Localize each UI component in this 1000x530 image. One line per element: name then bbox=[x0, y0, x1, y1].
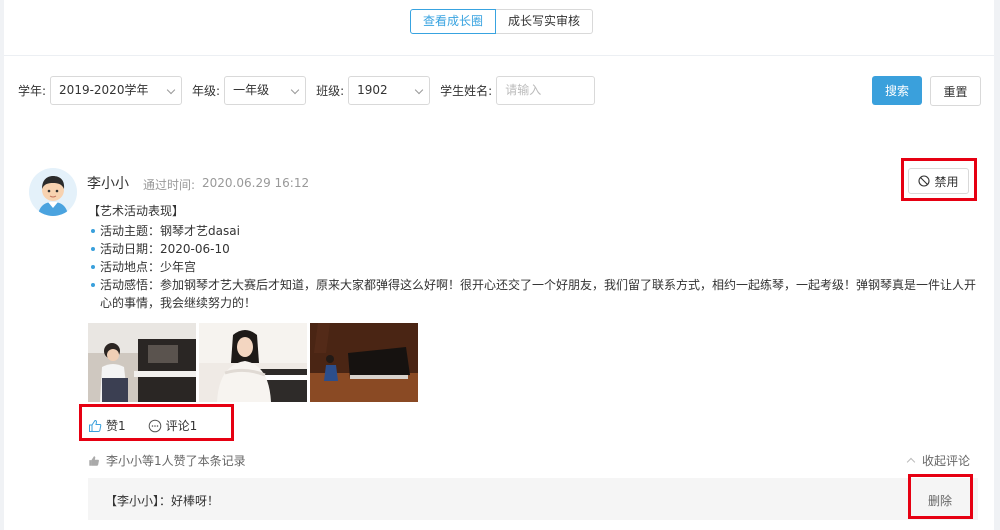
thumbs-up-icon bbox=[89, 455, 99, 466]
page: 查看成长圈 成长写实审核 学年: 2019-2020学年 年级: 一年级 班级:… bbox=[4, 0, 994, 530]
class-select[interactable]: 1902 bbox=[348, 75, 431, 105]
likes-summary: 李小小等1人赞了本条记录 bbox=[88, 452, 246, 469]
collapse-comments-label: 收起评论 bbox=[922, 454, 971, 468]
collapse-comments-button[interactable]: 收起评论 bbox=[906, 452, 971, 469]
delete-comment-button[interactable]: 删除 bbox=[928, 492, 952, 509]
chevron-down-icon bbox=[414, 85, 424, 94]
detail-date: 活动日期：2020-06-10 bbox=[88, 240, 978, 258]
header-divider bbox=[4, 55, 994, 56]
year-select-value: 2019-2020学年 bbox=[59, 82, 149, 97]
photo-piano-3[interactable] bbox=[310, 323, 418, 402]
like-count: 赞1 bbox=[106, 419, 126, 433]
comment-button[interactable]: 评论1 bbox=[148, 417, 198, 434]
comment-body: 好棒呀！ bbox=[171, 494, 220, 508]
detail-theme: 活动主题：钢琴才艺dasai bbox=[88, 222, 978, 240]
post-time: 2020.06.29 16:12 bbox=[202, 176, 310, 190]
activity-details: 活动主题：钢琴才艺dasai 活动日期：2020-06-10 活动地点：少年宫 … bbox=[88, 222, 978, 312]
detail-location: 活动地点：少年宫 bbox=[88, 258, 978, 276]
comment-author: 【李小小】： bbox=[105, 494, 172, 508]
chevron-down-icon bbox=[166, 85, 176, 94]
likes-summary-text: 李小小等1人赞了本条记录 bbox=[106, 454, 246, 468]
thumbs-up-icon bbox=[89, 419, 102, 432]
view-tabs: 查看成长圈 成长写实审核 bbox=[410, 9, 594, 34]
post-actions: 赞1 评论1 bbox=[88, 417, 197, 434]
chevron-down-icon bbox=[290, 85, 300, 94]
detail-reflection: 活动感悟：参加钢琴才艺大赛后才知道，原来大家都弹得这么好啊！很开心还交了一个好朋… bbox=[88, 276, 978, 312]
comment-icon bbox=[148, 419, 161, 432]
ban-button[interactable]: 禁用 bbox=[908, 168, 969, 194]
comment-text: 【李小小】：好棒呀！ bbox=[105, 492, 219, 509]
year-label: 学年: bbox=[18, 83, 47, 98]
tab-growth-circle[interactable]: 查看成长圈 bbox=[410, 9, 497, 34]
photo-piano-2[interactable] bbox=[199, 323, 307, 402]
class-label: 班级: bbox=[316, 83, 345, 98]
grade-label: 年级: bbox=[192, 83, 221, 98]
grade-select[interactable]: 一年级 bbox=[224, 75, 307, 105]
filter-bar: 学年: 2019-2020学年 年级: 一年级 班级: 1902 学生姓名: bbox=[18, 75, 596, 105]
avatar bbox=[29, 168, 77, 216]
reset-button[interactable]: 重置 bbox=[930, 76, 981, 106]
chevron-up-icon bbox=[906, 457, 916, 467]
photo-piano-1[interactable] bbox=[88, 323, 196, 402]
like-button[interactable]: 赞1 bbox=[88, 417, 126, 434]
ban-button-label: 禁用 bbox=[934, 174, 959, 189]
comment-count: 评论1 bbox=[165, 419, 198, 433]
grade-select-value: 一年级 bbox=[233, 82, 270, 97]
class-select-value: 1902 bbox=[357, 82, 388, 97]
post-time-label: 通过时间: bbox=[143, 178, 196, 192]
student-name-input[interactable] bbox=[496, 75, 596, 105]
year-select[interactable]: 2019-2020学年 bbox=[50, 75, 183, 105]
section-title: 【艺术活动表现】 bbox=[88, 204, 185, 218]
photo-gallery bbox=[88, 323, 418, 402]
tab-growth-review[interactable]: 成长写实审核 bbox=[496, 9, 594, 34]
search-button[interactable]: 搜索 bbox=[872, 76, 922, 105]
comment-item: 【李小小】：好棒呀！ 删除 bbox=[88, 478, 978, 520]
post-author[interactable]: 李小小 bbox=[87, 173, 129, 193]
ban-icon bbox=[918, 175, 931, 187]
student-name-label: 学生姓名: bbox=[440, 83, 493, 98]
